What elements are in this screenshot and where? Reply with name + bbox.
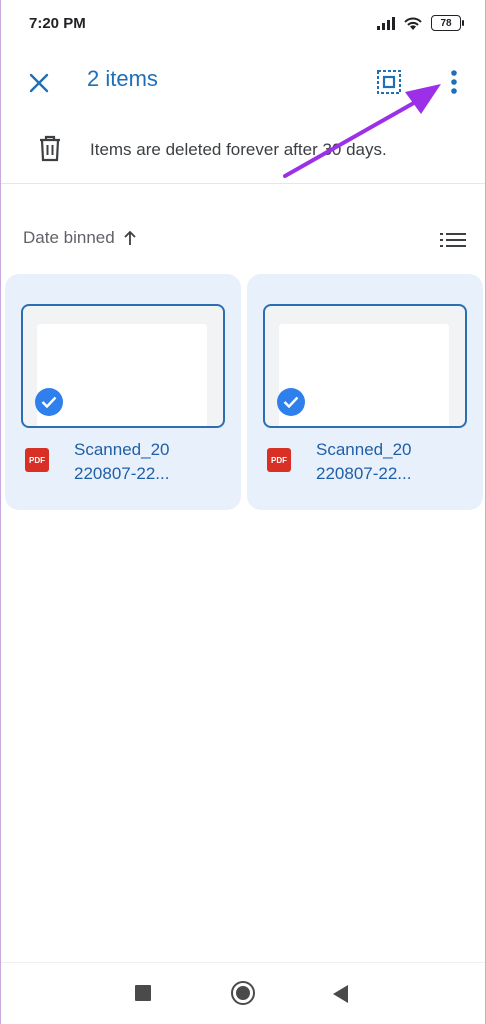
document-preview (37, 324, 207, 426)
bin-info-banner: Items are deleted forever after 30 days. (1, 118, 485, 184)
system-navigation-bar (1, 962, 485, 1024)
more-options-button[interactable] (441, 64, 467, 100)
file-thumbnail (21, 304, 225, 428)
document-preview (279, 324, 449, 426)
file-name-line2: 220807-22... (316, 464, 412, 483)
close-icon (29, 73, 49, 93)
selected-check-icon (277, 388, 305, 416)
list-view-button[interactable] (439, 228, 467, 252)
file-thumbnail (263, 304, 467, 428)
more-vert-icon (451, 70, 457, 94)
status-time: 7:20 PM (29, 14, 86, 32)
status-bar: 7:20 PM 78 (1, 0, 485, 46)
trash-icon (40, 135, 60, 162)
bin-info-text: Items are deleted forever after 30 days. (90, 140, 387, 159)
status-icons: 78 (377, 15, 464, 31)
select-all-icon (377, 70, 401, 94)
selected-check-icon (35, 388, 63, 416)
close-button[interactable] (23, 67, 55, 99)
back-button[interactable] (333, 985, 348, 1003)
top-app-bar: 2 items (1, 52, 485, 112)
file-name: Scanned_20 220807-22... (74, 438, 224, 486)
signal-icon (377, 17, 395, 30)
pdf-icon: PDF (267, 448, 291, 472)
pdf-icon: PDF (25, 448, 49, 472)
sort-label: Date binned (23, 228, 115, 247)
file-card[interactable]: PDF Scanned_20 220807-22... (5, 274, 241, 510)
select-all-button[interactable] (373, 66, 405, 98)
list-view-icon (440, 233, 466, 247)
battery-icon: 78 (431, 15, 464, 31)
file-name: Scanned_20 220807-22... (316, 438, 466, 486)
sort-button[interactable]: Date binned (23, 228, 137, 248)
file-name-line2: 220807-22... (74, 464, 170, 483)
file-card[interactable]: PDF Scanned_20 220807-22... (247, 274, 483, 510)
screen: 7:20 PM 78 2 items Items are deleted for… (0, 0, 486, 1024)
file-name-line1: Scanned_20 (74, 440, 170, 459)
selection-count-title: 2 items (87, 66, 158, 91)
home-button[interactable] (231, 981, 255, 1005)
recents-button[interactable] (135, 985, 151, 1001)
arrow-up-icon (124, 230, 136, 245)
file-name-line1: Scanned_20 (316, 440, 412, 459)
sort-row: Date binned (1, 222, 485, 256)
wifi-icon (404, 17, 422, 30)
